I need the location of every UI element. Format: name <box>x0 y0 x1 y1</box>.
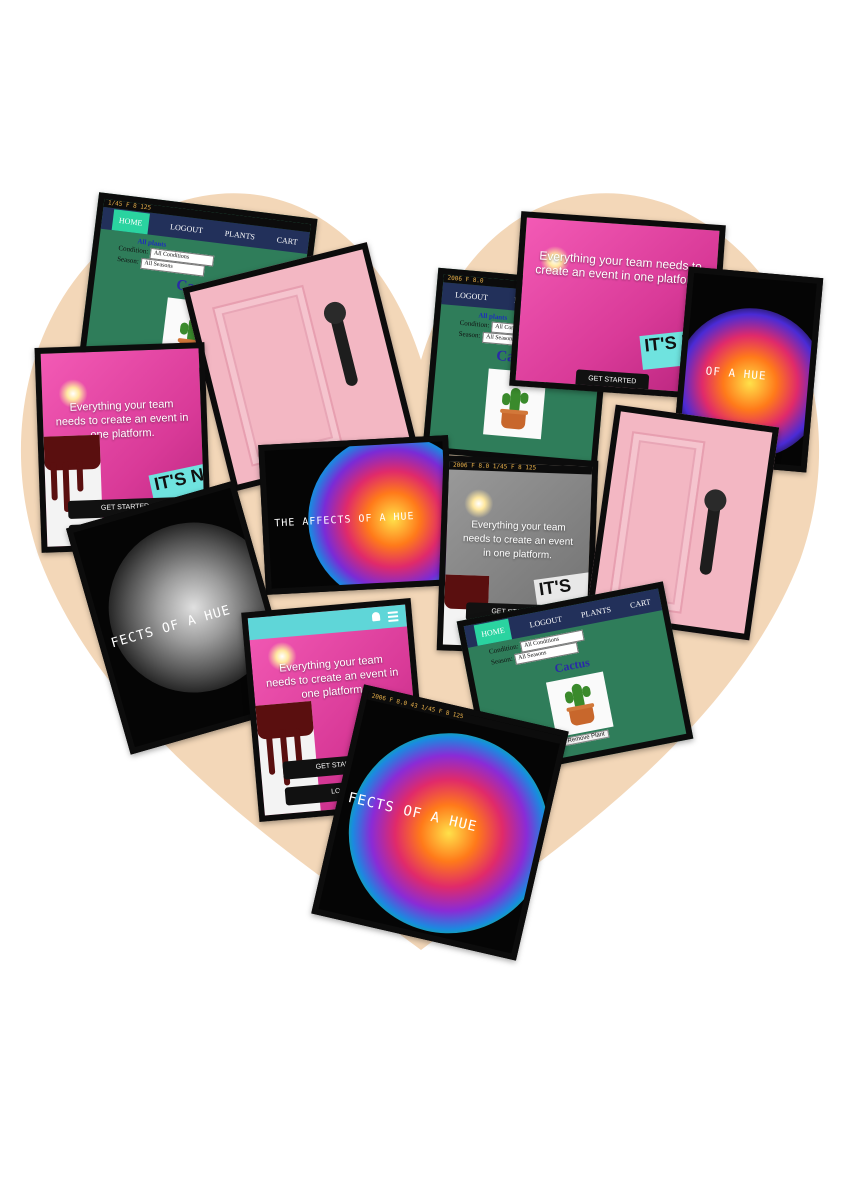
app-logo <box>254 622 277 634</box>
nav-logout[interactable]: LOGOUT <box>529 614 563 629</box>
nav-home[interactable]: HOME <box>111 208 150 234</box>
bell-icon[interactable] <box>371 611 381 622</box>
get-started-button[interactable]: GET STARTED <box>575 369 650 393</box>
season-label: Season: <box>116 254 140 266</box>
film-strip: 2006 F 8.0 1/45 F 8 125 <box>448 461 593 475</box>
hue-artwork-2: THE AFFECTS OF A HUE <box>258 435 456 595</box>
event-headline: Everything your team needs to create an … <box>462 519 574 562</box>
event-topbar <box>247 604 407 641</box>
door-handle <box>327 306 359 388</box>
season-label: Season: <box>458 329 481 340</box>
event-headline: Everything your team needs to create an … <box>534 248 705 288</box>
nav-logout[interactable]: LOGOUT <box>455 290 489 302</box>
condition-label: Condition: <box>459 318 490 330</box>
nav-logout[interactable]: LOGOUT <box>170 222 204 235</box>
door-handle <box>699 494 723 576</box>
sparkler-image <box>461 486 497 522</box>
cactus-image <box>545 671 614 738</box>
nav-plants[interactable]: PLANTS <box>580 604 611 619</box>
nav-cart[interactable]: CART <box>629 597 651 610</box>
nav-plants[interactable]: PLANTS <box>224 228 255 241</box>
menu-icon[interactable] <box>387 611 398 615</box>
nav-cart[interactable]: CART <box>276 235 298 246</box>
